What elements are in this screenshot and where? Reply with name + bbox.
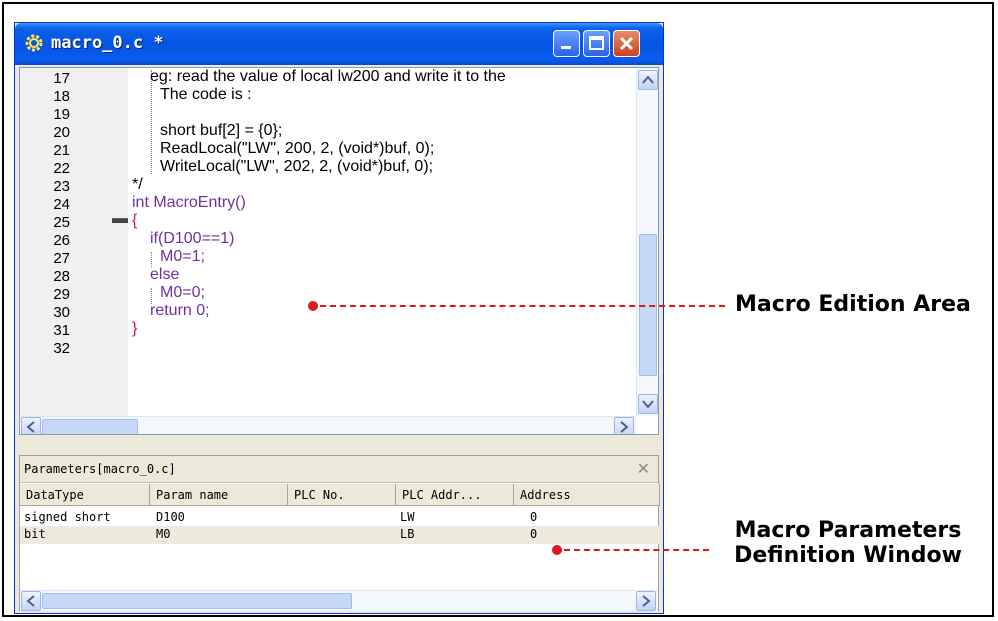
scroll-right-button[interactable] [636,591,656,611]
line-number: 22 [53,160,70,177]
scroll-up-button[interactable] [638,70,658,90]
code-line: ReadLocal("LW", 200, 2, (void*)buf, 0); [160,140,435,157]
scroll-down-button[interactable] [638,394,658,414]
fold-collapse-icon[interactable]: ▬ [112,210,128,228]
column-header[interactable]: PLC No. [288,484,396,506]
cell-plc-addr: LW [400,510,415,524]
column-header[interactable]: PLC Addr... [396,484,514,506]
annotation-params-line1: Macro Parameters [734,518,962,543]
scroll-right-icon [642,595,651,607]
scroll-left-icon [26,595,35,607]
cell-param-name: D100 [156,510,185,524]
annotation-leader-line [564,549,709,551]
line-number: 19 [53,106,70,123]
close-icon [619,36,634,51]
parameters-panel: Parameters[macro_0.c] ✕ DataType Param n… [19,455,660,611]
window-title: macro_0.c * [51,33,164,53]
annotation-pointer-dot [552,545,562,555]
parameters-horizontal-scrollbar[interactable] [20,590,658,611]
line-number: 23 [53,178,70,195]
line-number-gutter: 17 18 19 20 21 22 23 24 25 26 27 28 29 3… [20,68,128,416]
code-line: else [150,266,180,283]
close-icon[interactable]: ✕ [637,459,650,479]
line-number: 30 [53,304,70,321]
code-editor[interactable]: 17 18 19 20 21 22 23 24 25 26 27 28 29 3… [19,67,659,435]
annotation-params-line2: Definition Window [734,543,962,568]
column-header[interactable]: Address [514,484,660,506]
scroll-left-button[interactable] [21,417,41,434]
code-line: The code is : [160,86,252,103]
line-number: 27 [53,250,70,267]
parameters-scroll-thumb[interactable] [42,593,352,609]
code-line: } [132,320,138,337]
line-number: 21 [53,142,70,159]
code-line: M0=1; [160,248,205,265]
line-number: 28 [53,268,70,285]
cell-datatype: bit [24,527,46,541]
cell-plc-addr: LB [400,527,415,541]
horizontal-scroll-thumb[interactable] [42,419,138,434]
gear-icon [23,32,45,54]
code-line: int MacroEntry() [132,194,246,211]
horizontal-scrollbar[interactable] [20,416,636,434]
maximize-button[interactable] [583,30,610,57]
code-line: { [132,212,138,229]
annotation-pointer-dot [308,301,318,311]
code-line: WriteLocal("LW", 202, 2, (void*)buf, 0); [160,158,434,175]
vertical-scrollbar[interactable] [636,68,658,416]
parameters-panel-title: Parameters[macro_0.c] [24,462,176,476]
cell-param-name: M0 [156,527,171,541]
line-number: 24 [53,196,70,213]
annotation-leader-line [320,305,725,307]
line-number: 18 [53,88,70,105]
line-number: 20 [53,124,70,141]
code-line: return 0; [150,302,210,319]
minimize-icon [561,46,571,49]
editor-window: macro_0.c * 17 18 19 20 21 22 23 24 25 2… [14,22,664,614]
scroll-right-icon [620,421,629,433]
code-line: short buf[2] = {0}; [160,122,283,139]
annotation-params-window: Macro Parameters Definition Window [718,518,978,568]
scroll-up-icon [642,75,654,84]
scroll-right-button[interactable] [614,417,634,434]
column-header[interactable]: Param name [150,484,288,506]
scroll-left-icon [26,421,35,433]
scroll-left-button[interactable] [21,591,41,611]
cell-address: 0 [530,527,538,541]
table-row[interactable] [20,526,660,544]
column-header[interactable]: DataType [20,484,150,506]
cell-address: 0 [530,510,538,524]
line-number: 29 [53,286,70,303]
line-number: 17 [53,70,70,87]
parameters-panel-header: Parameters[macro_0.c] ✕ [20,456,658,483]
code-line: M0=0; [160,284,205,301]
scroll-down-icon [642,400,654,409]
line-number: 32 [53,340,70,357]
code-line: eg: read the value of local lw200 and wr… [150,68,506,85]
code-line: if(D100==1) [150,230,235,247]
annotation-edit-area: Macro Edition Area [735,292,971,317]
close-button[interactable] [613,30,640,57]
line-number: 31 [53,322,70,339]
minimize-button[interactable] [553,30,580,57]
line-number: 25 [53,214,70,231]
title-bar[interactable]: macro_0.c * [15,23,663,65]
line-number: 26 [53,232,70,249]
code-line: */ [132,176,143,193]
maximize-icon [589,36,604,50]
cell-datatype: signed short [24,510,111,524]
